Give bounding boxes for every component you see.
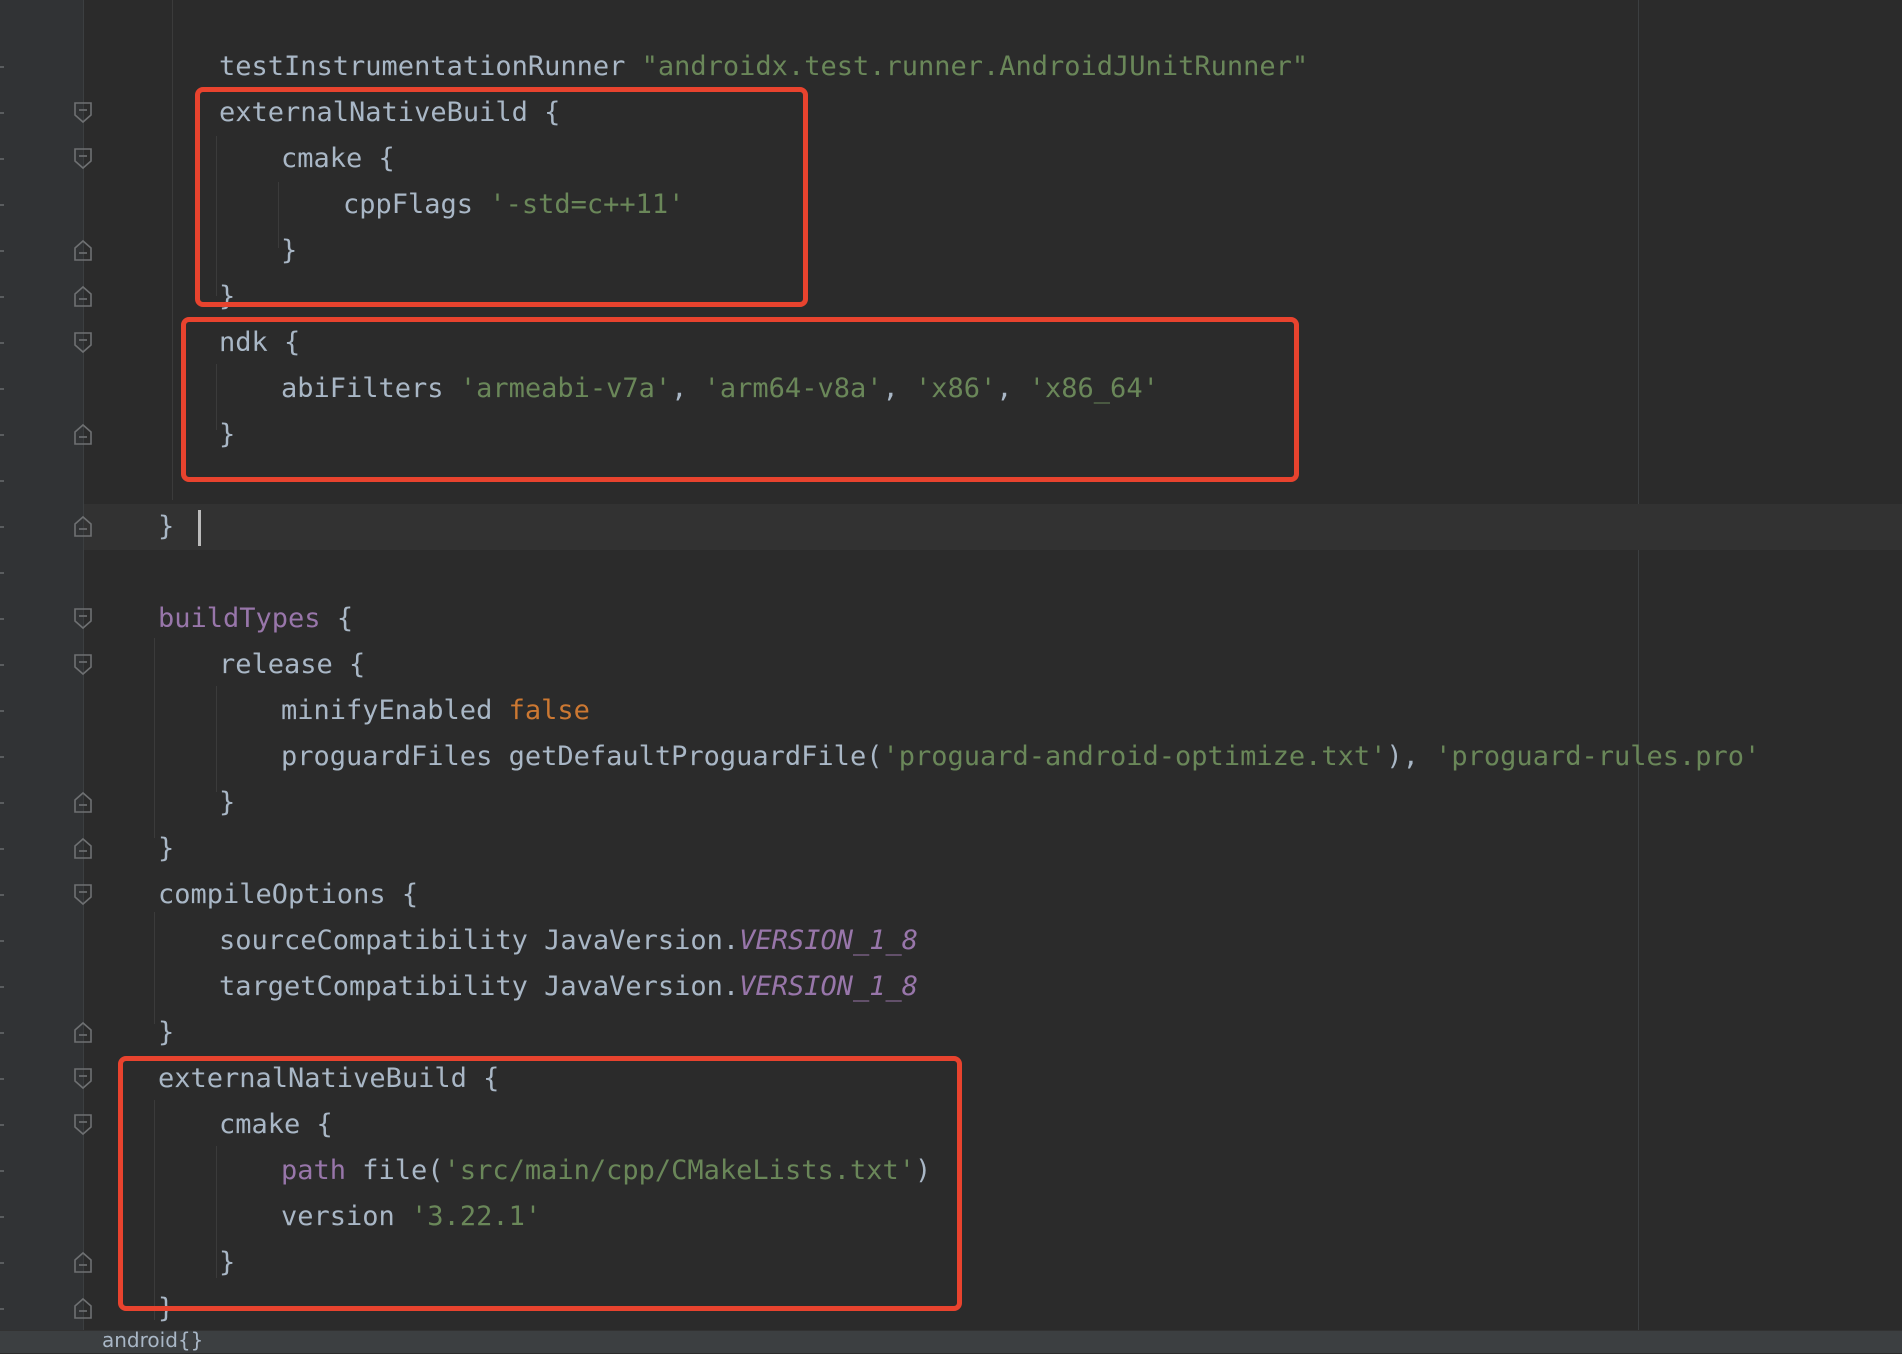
code-token: ),	[1386, 741, 1436, 772]
text-caret	[198, 510, 201, 546]
line-number-fragment	[0, 802, 4, 804]
code-line[interactable]: compileOptions {	[158, 872, 418, 918]
line-number-fragment	[0, 572, 4, 574]
fold-end-icon[interactable]	[72, 238, 94, 264]
code-line[interactable]: sourceCompatibility JavaVersion.VERSION_…	[219, 918, 918, 964]
right-margin-guide	[1638, 0, 1639, 1330]
line-number-fragment	[0, 296, 4, 298]
indent-guide	[154, 912, 155, 1024]
code-line[interactable]: }	[158, 504, 191, 550]
line-number-fragment	[0, 1262, 4, 1264]
code-token: buildTypes	[158, 603, 321, 634]
fold-end-icon[interactable]	[72, 836, 94, 862]
line-number-fragment	[0, 1216, 4, 1218]
code-token: }	[219, 787, 236, 818]
code-line[interactable]: proguardFiles getDefaultProguardFile('pr…	[281, 734, 1760, 780]
fold-end-icon[interactable]	[72, 514, 94, 540]
fold-collapse-icon[interactable]	[72, 1112, 94, 1138]
line-number-fragment	[0, 112, 4, 114]
code-token: }	[158, 1017, 175, 1048]
fold-collapse-icon[interactable]	[72, 330, 94, 356]
line-number-fragment	[0, 434, 4, 436]
code-line[interactable]: targetCompatibility JavaVersion.VERSION_…	[219, 964, 918, 1010]
current-line-highlight	[84, 504, 1902, 550]
indent-guide	[154, 638, 155, 838]
breadcrumb-bar: android{}	[0, 1328, 1902, 1353]
code-token: minifyEnabled	[281, 695, 509, 726]
indent-guide	[216, 686, 217, 792]
code-line[interactable]: buildTypes {	[158, 596, 353, 642]
code-token: }	[158, 511, 175, 542]
code-token: testInstrumentationRunner	[219, 51, 642, 82]
line-number-fragment	[0, 710, 4, 712]
code-line[interactable]: minifyEnabled false	[281, 688, 590, 734]
line-number-fragment	[0, 480, 4, 482]
highlight-box-cmake-path-config	[118, 1056, 962, 1311]
line-number-fragment	[0, 1170, 4, 1172]
line-number-fragment	[0, 756, 4, 758]
code-line[interactable]: testInstrumentationRunner "androidx.test…	[219, 44, 1308, 90]
fold-collapse-icon[interactable]	[72, 1066, 94, 1092]
line-number-fragment	[0, 342, 4, 344]
code-token: 'proguard-android-optimize.txt'	[882, 741, 1387, 772]
line-number-fragment	[0, 848, 4, 850]
line-number-fragment	[0, 1032, 4, 1034]
code-line[interactable]: }	[219, 780, 235, 826]
line-number-fragment	[0, 250, 4, 252]
fold-collapse-icon[interactable]	[72, 100, 94, 126]
code-editor[interactable]: testInstrumentationRunner "androidx.test…	[0, 0, 1902, 1330]
code-line[interactable]: }	[158, 1010, 174, 1056]
line-number-fragment	[0, 388, 4, 390]
line-number-fragment	[0, 204, 4, 206]
code-token: targetCompatibility JavaVersion.	[219, 971, 740, 1002]
line-number-fragment	[0, 66, 4, 68]
code-token: release {	[219, 649, 366, 680]
code-line[interactable]: release {	[219, 642, 365, 688]
line-number-fragment	[0, 618, 4, 620]
line-number-fragment	[0, 664, 4, 666]
line-number-fragment	[0, 1308, 4, 1310]
fold-end-icon[interactable]	[72, 1296, 94, 1322]
fold-collapse-icon[interactable]	[72, 882, 94, 908]
highlight-box-ndk-config	[181, 317, 1299, 482]
fold-collapse-icon[interactable]	[72, 146, 94, 172]
code-token: VERSION_1_8	[739, 971, 918, 1002]
line-number-fragment	[0, 158, 4, 160]
fold-end-icon[interactable]	[72, 1020, 94, 1046]
code-token: false	[508, 695, 590, 726]
indent-guide	[172, 0, 173, 500]
highlight-box-native-build-config	[195, 87, 808, 307]
line-number-fragment	[0, 1078, 4, 1080]
line-number-fragment	[0, 894, 4, 896]
fold-end-icon[interactable]	[72, 790, 94, 816]
line-number-fragment	[0, 986, 4, 988]
code-token: proguardFiles getDefaultProguardFile(	[281, 741, 883, 772]
line-number-fragment	[0, 1124, 4, 1126]
code-token: VERSION_1_8	[739, 925, 918, 956]
fold-collapse-icon[interactable]	[72, 652, 94, 678]
line-number-fragment	[0, 526, 4, 528]
fold-collapse-icon[interactable]	[72, 606, 94, 632]
code-line[interactable]: }	[158, 826, 174, 872]
fold-end-icon[interactable]	[72, 284, 94, 310]
fold-end-icon[interactable]	[72, 422, 94, 448]
code-token: compileOptions {	[158, 879, 419, 910]
code-token: 'proguard-rules.pro'	[1435, 741, 1761, 772]
line-number-fragment	[0, 940, 4, 942]
code-token: }	[158, 833, 175, 864]
code-token: "androidx.test.runner.AndroidJUnitRunner…	[641, 51, 1309, 82]
code-token: sourceCompatibility JavaVersion.	[219, 925, 740, 956]
code-token: {	[320, 603, 354, 634]
fold-end-icon[interactable]	[72, 1250, 94, 1276]
breadcrumb-item[interactable]: android{}	[102, 1326, 203, 1354]
